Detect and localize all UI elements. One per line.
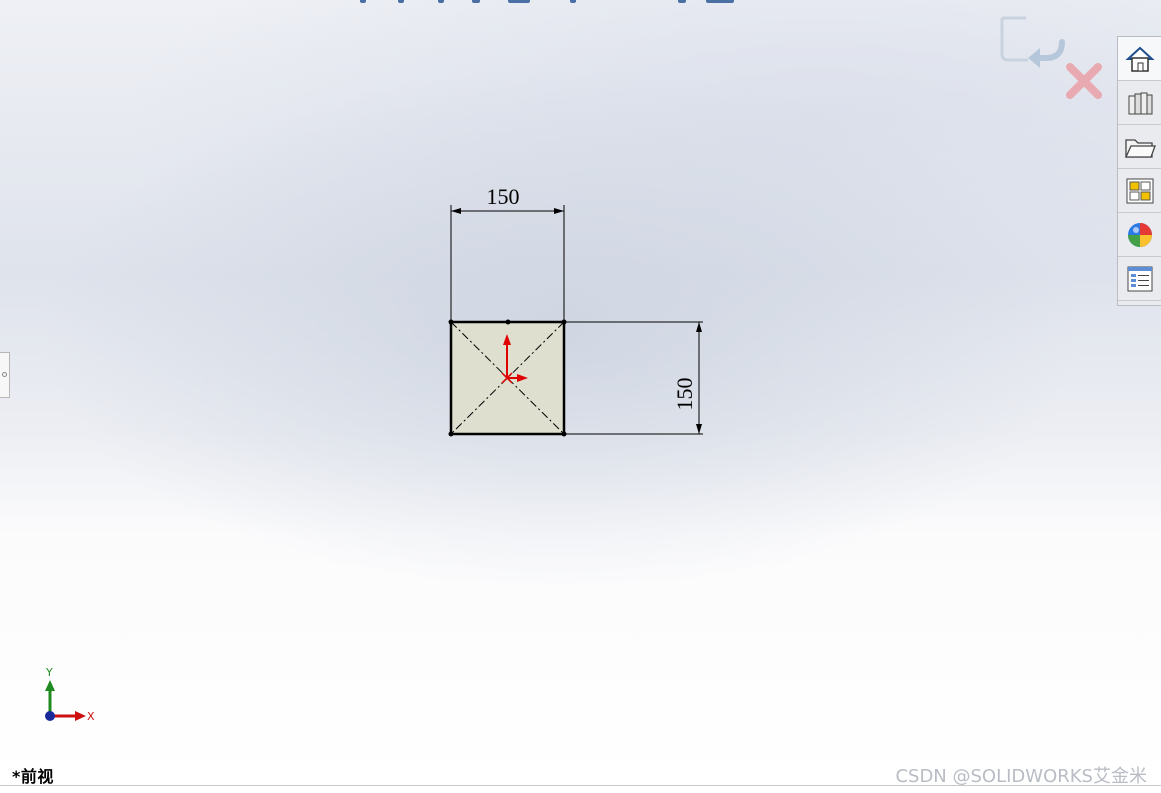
folder-icon: [1124, 138, 1156, 158]
reference-triad: Y X: [45, 666, 95, 723]
dimension-value[interactable]: 150: [487, 184, 520, 209]
vertical-dimension[interactable]: 150: [565, 321, 703, 435]
appearance-icon: [1127, 222, 1152, 247]
confirmation-corner[interactable]: [996, 14, 1108, 104]
cancel-icon[interactable]: [1066, 63, 1102, 99]
y-axis-label: Y: [45, 666, 53, 679]
sketch-point[interactable]: [448, 431, 454, 437]
view-palette-icon: [1126, 178, 1153, 203]
task-pane-file-explorer[interactable]: [1118, 125, 1161, 169]
x-axis-label: X: [87, 710, 95, 723]
dimension-value[interactable]: 150: [672, 378, 697, 411]
task-pane-tabs[interactable]: [1117, 36, 1161, 306]
properties-icon: [1127, 266, 1152, 291]
status-bar: [0, 785, 1161, 793]
graphics-area[interactable]: 150 150 Y X *前视 CSDN @SOLIDWORKS艾金米: [0, 0, 1161, 787]
home-icon: [1124, 46, 1155, 72]
task-pane-home[interactable]: [1118, 37, 1161, 81]
sketch-canvas[interactable]: 150 150: [0, 0, 1161, 785]
task-pane-design-library[interactable]: [1118, 81, 1161, 125]
library-icon: [1128, 92, 1152, 114]
view-orientation-label: *前视: [12, 767, 54, 786]
task-pane-custom-properties[interactable]: [1118, 257, 1161, 301]
horizontal-dimension[interactable]: 150: [450, 184, 565, 321]
task-pane-view-palette[interactable]: [1118, 169, 1161, 213]
task-pane-appearances[interactable]: [1118, 213, 1161, 257]
sketch-point[interactable]: [505, 319, 511, 325]
exit-sketch-icon[interactable]: [1000, 16, 1065, 68]
